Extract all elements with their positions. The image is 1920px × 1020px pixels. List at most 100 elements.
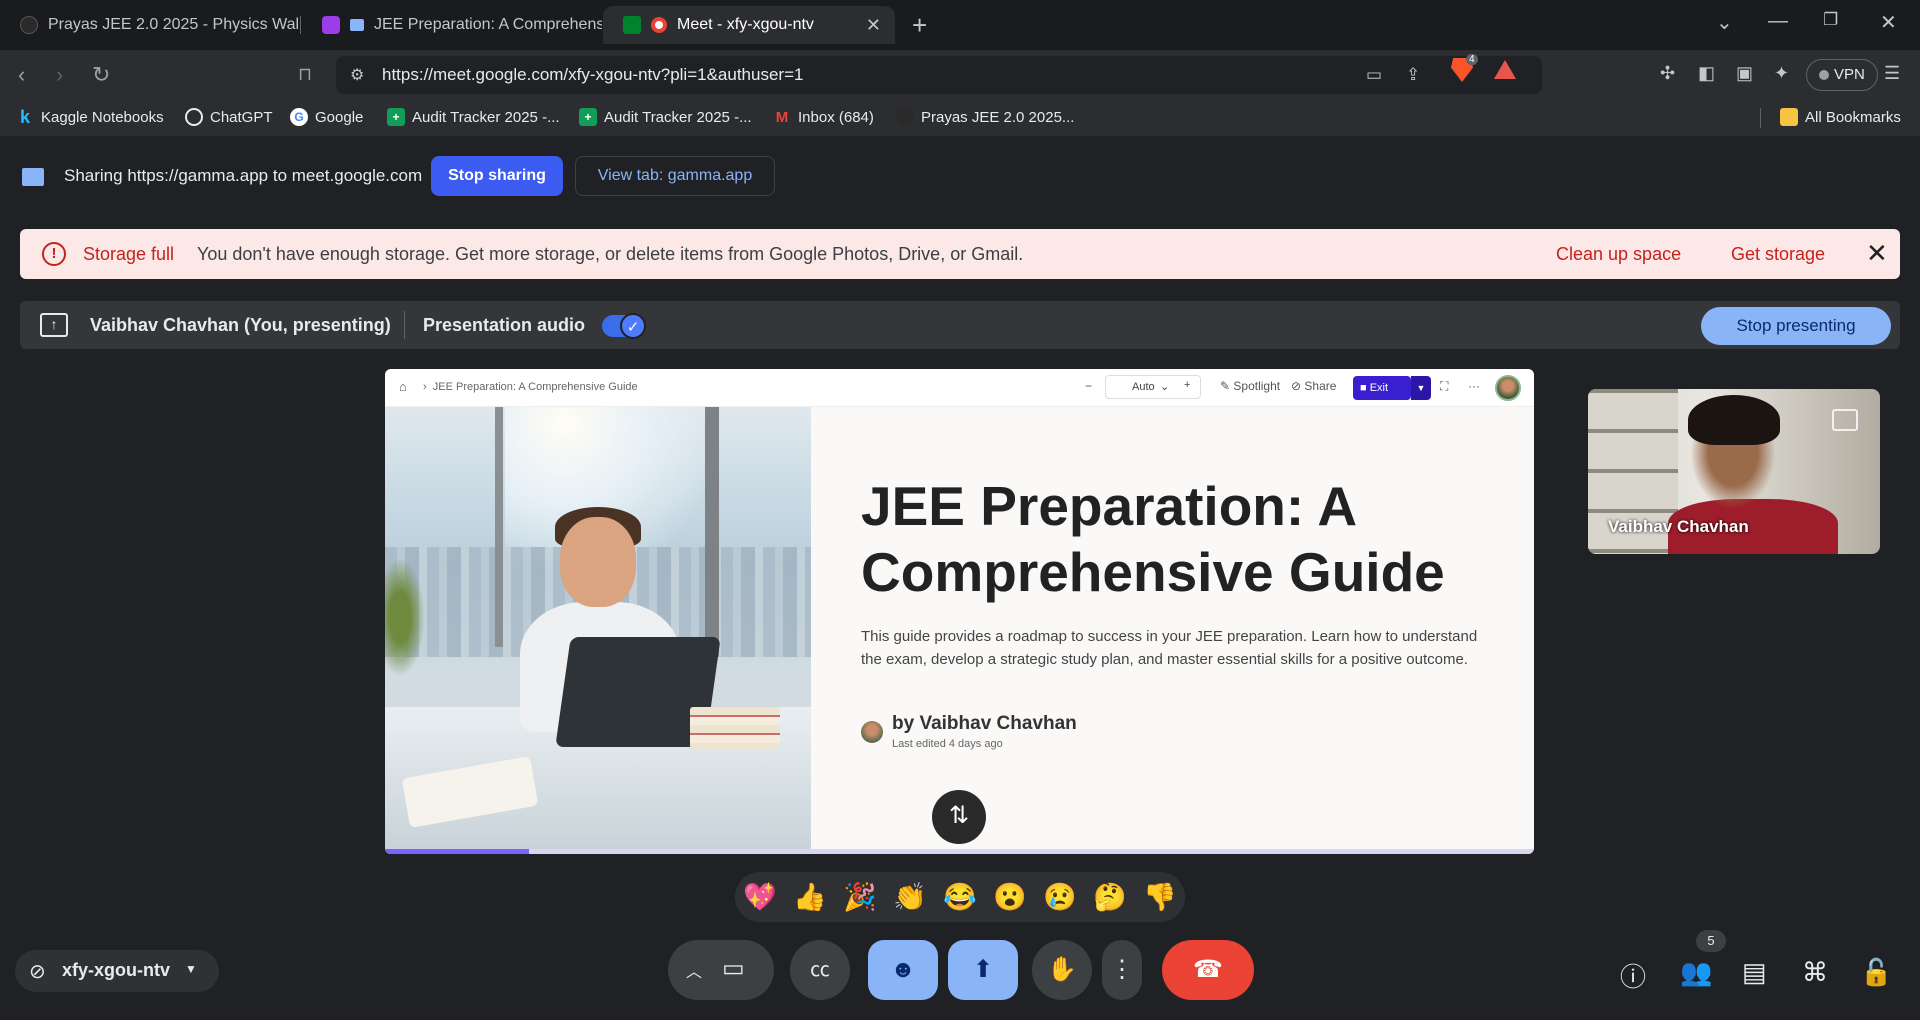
chat-icon[interactable]: ▤ bbox=[1742, 957, 1767, 988]
reaction-thinking[interactable]: 🤔 bbox=[1093, 880, 1127, 914]
stop-sharing-button[interactable]: Stop sharing bbox=[431, 156, 563, 196]
meeting-code-chip[interactable]: ⊘ xfy-xgou-ntv ▼ bbox=[15, 950, 219, 992]
bookmark-google[interactable]: G Google bbox=[290, 108, 363, 126]
sharing-status-text: Sharing https://gamma.app to meet.google… bbox=[64, 166, 423, 185]
hand-icon: ✋ bbox=[1047, 956, 1077, 983]
share-page-icon[interactable]: ⇪ bbox=[1406, 65, 1420, 85]
bookmark-inbox[interactable]: M Inbox (684) bbox=[773, 108, 874, 126]
activities-icon[interactable]: ⌘ bbox=[1802, 957, 1828, 988]
brave-rewards-icon[interactable] bbox=[1494, 60, 1516, 79]
reactions-bar: 💖 👍 🎉 👏 😂 😮 😢 🤔 👎 bbox=[735, 872, 1185, 922]
close-banner-icon[interactable]: ✕ bbox=[1866, 238, 1888, 269]
reaction-party[interactable]: 🎉 bbox=[843, 880, 877, 914]
folder-icon bbox=[1780, 108, 1798, 126]
bookmark-prayas[interactable]: Prayas JEE 2.0 2025... bbox=[896, 108, 1074, 126]
spotlight-button[interactable]: ✎ Spotlight bbox=[1220, 379, 1280, 393]
self-video-tile[interactable]: Vaibhav Chavhan bbox=[1588, 389, 1880, 554]
zoom-select[interactable]: Auto ⌄ + bbox=[1105, 375, 1201, 399]
reaction-clap[interactable]: 👏 bbox=[893, 880, 927, 914]
home-icon[interactable]: ⌂ bbox=[399, 379, 407, 394]
forward-icon[interactable]: › bbox=[56, 62, 63, 88]
emoji-reactions-button[interactable]: ☻ bbox=[868, 940, 938, 1000]
vpn-button[interactable]: VPN bbox=[1806, 59, 1878, 91]
extensions-icon[interactable]: ✣ bbox=[1660, 63, 1675, 84]
shared-presentation: ⌂ › JEE Preparation: A Comprehensive Gui… bbox=[385, 369, 1534, 854]
all-bookmarks[interactable]: All Bookmarks bbox=[1780, 108, 1901, 126]
breadcrumb-title: JEE Preparation: A Comprehensive Guide bbox=[432, 381, 638, 393]
exit-button[interactable]: ■ Exit bbox=[1353, 376, 1411, 400]
more-options-button[interactable]: ⋮ bbox=[1102, 940, 1142, 1000]
no-companion-icon: ⊘ bbox=[29, 961, 46, 983]
tab-gamma[interactable]: JEE Preparation: A Comprehensi bbox=[302, 6, 602, 44]
bookmark-audit-tracker-1[interactable]: + Audit Tracker 2025 -... bbox=[387, 108, 560, 126]
tab-meet[interactable]: Meet - xfy-xgou-ntv ✕ bbox=[603, 6, 895, 44]
camera-icon[interactable]: ▭ bbox=[722, 954, 745, 983]
slide-author: by Vaibhav Chavhan bbox=[892, 713, 1077, 734]
reaction-sad[interactable]: 😢 bbox=[1043, 880, 1077, 914]
url-text[interactable]: https://meet.google.com/xfy-xgou-ntv?pli… bbox=[382, 65, 803, 85]
leo-ai-icon[interactable]: ✦ bbox=[1774, 63, 1789, 84]
presenting-bar: ↑ Vaibhav Chavhan (You, presenting) Pres… bbox=[20, 301, 1900, 349]
wallet-icon[interactable]: ▣ bbox=[1736, 63, 1753, 84]
scroll-arrows-icon[interactable]: ⇅ bbox=[932, 790, 986, 844]
restore-icon[interactable]: ❐ bbox=[1823, 10, 1838, 30]
host-controls-icon[interactable]: 🔓 bbox=[1860, 957, 1892, 988]
reaction-laugh[interactable]: 😂 bbox=[943, 880, 977, 914]
reload-icon[interactable]: ↻ bbox=[92, 62, 110, 88]
view-tab-button[interactable]: View tab: gamma.app bbox=[575, 156, 775, 196]
recording-dot-icon bbox=[651, 17, 667, 33]
picture-in-picture-icon[interactable] bbox=[1832, 409, 1858, 431]
back-icon[interactable]: ‹ bbox=[18, 62, 25, 88]
close-tab-icon[interactable]: ✕ bbox=[866, 15, 881, 36]
captions-button[interactable]: ㏄ bbox=[790, 940, 850, 1000]
share-button[interactable]: ⊘ Share bbox=[1291, 379, 1336, 393]
meeting-info-icon[interactable]: ⓘ bbox=[1620, 957, 1646, 994]
raise-hand-button[interactable]: ✋ bbox=[1032, 940, 1092, 1000]
fullscreen-icon[interactable]: ⛶ bbox=[1440, 379, 1448, 394]
minimize-icon[interactable]: — bbox=[1768, 10, 1788, 33]
bookmark-label: Kaggle Notebooks bbox=[41, 108, 164, 126]
end-call-icon: ☎ bbox=[1193, 956, 1223, 983]
google-icon: G bbox=[290, 108, 308, 126]
site-info-icon[interactable]: ⚙ bbox=[350, 65, 364, 85]
bookmarks-bar: k Kaggle Notebooks ChatGPT G Google + Audit… bbox=[0, 100, 1920, 136]
bookmark-label: Audit Tracker 2025 -... bbox=[412, 108, 560, 126]
leave-call-button[interactable]: ☎ bbox=[1162, 940, 1254, 1000]
menu-icon[interactable]: ☰ bbox=[1884, 63, 1900, 84]
clean-up-space-link[interactable]: Clean up space bbox=[1556, 244, 1681, 265]
tab-sharing-bar: Sharing https://gamma.app to meet.google… bbox=[0, 136, 1920, 216]
window-close-icon[interactable]: ✕ bbox=[1880, 10, 1897, 35]
bookmark-audit-tracker-2[interactable]: + Audit Tracker 2025 -... bbox=[579, 108, 752, 126]
sidebar-icon[interactable]: ◧ bbox=[1698, 63, 1715, 84]
breadcrumb[interactable]: › JEE Preparation: A Comprehensive Guide bbox=[423, 381, 638, 393]
chevron-down-icon: ▼ bbox=[185, 962, 197, 976]
bookmark-icon[interactable]: ⊓ bbox=[298, 64, 312, 85]
chevron-up-icon[interactable]: ︿ bbox=[686, 958, 702, 982]
reaction-thumbs-down[interactable]: 👎 bbox=[1143, 880, 1177, 914]
people-icon[interactable]: 👥 bbox=[1680, 957, 1712, 988]
avatar[interactable] bbox=[1495, 375, 1521, 401]
zoom-in-icon[interactable]: + bbox=[1184, 379, 1190, 391]
new-tab-icon[interactable]: + bbox=[912, 10, 927, 41]
storage-full-banner: ! Storage full You don't have enough sto… bbox=[20, 229, 1900, 279]
last-edited: Last edited 4 days ago bbox=[892, 738, 1003, 750]
address-bar[interactable]: ⚙ https://meet.google.com/xfy-xgou-ntv?p… bbox=[336, 56, 1542, 94]
bookmark-chatgpt[interactable]: ChatGPT bbox=[185, 108, 273, 126]
stop-presenting-button[interactable]: Stop presenting bbox=[1701, 307, 1891, 345]
meeting-code: xfy-xgou-ntv bbox=[62, 960, 170, 980]
tab-search-icon[interactable]: ⌄ bbox=[1716, 10, 1733, 35]
bookmark-kaggle[interactable]: k Kaggle Notebooks bbox=[16, 107, 164, 127]
tab-prayas[interactable]: Prayas JEE 2.0 2025 - Physics Wallah bbox=[0, 6, 300, 44]
more-icon[interactable]: ··· bbox=[1468, 379, 1480, 393]
reaction-surprised[interactable]: 😮 bbox=[993, 880, 1027, 914]
camera-in-use-icon[interactable]: ▭ bbox=[1366, 65, 1382, 85]
presentation-audio-toggle[interactable]: ✓ bbox=[602, 313, 646, 339]
get-storage-link[interactable]: Get storage bbox=[1731, 244, 1825, 265]
google-meet-icon bbox=[623, 16, 641, 34]
reaction-thumbs-up[interactable]: 👍 bbox=[793, 880, 827, 914]
exit-dropdown-icon[interactable]: ▼ bbox=[1411, 376, 1431, 400]
present-now-button[interactable]: ⬆ bbox=[948, 940, 1018, 1000]
tab-title: Prayas JEE 2.0 2025 - Physics Wallah bbox=[48, 16, 300, 33]
reaction-heart[interactable]: 💖 bbox=[743, 880, 777, 914]
zoom-out-icon[interactable]: − bbox=[1085, 379, 1092, 393]
